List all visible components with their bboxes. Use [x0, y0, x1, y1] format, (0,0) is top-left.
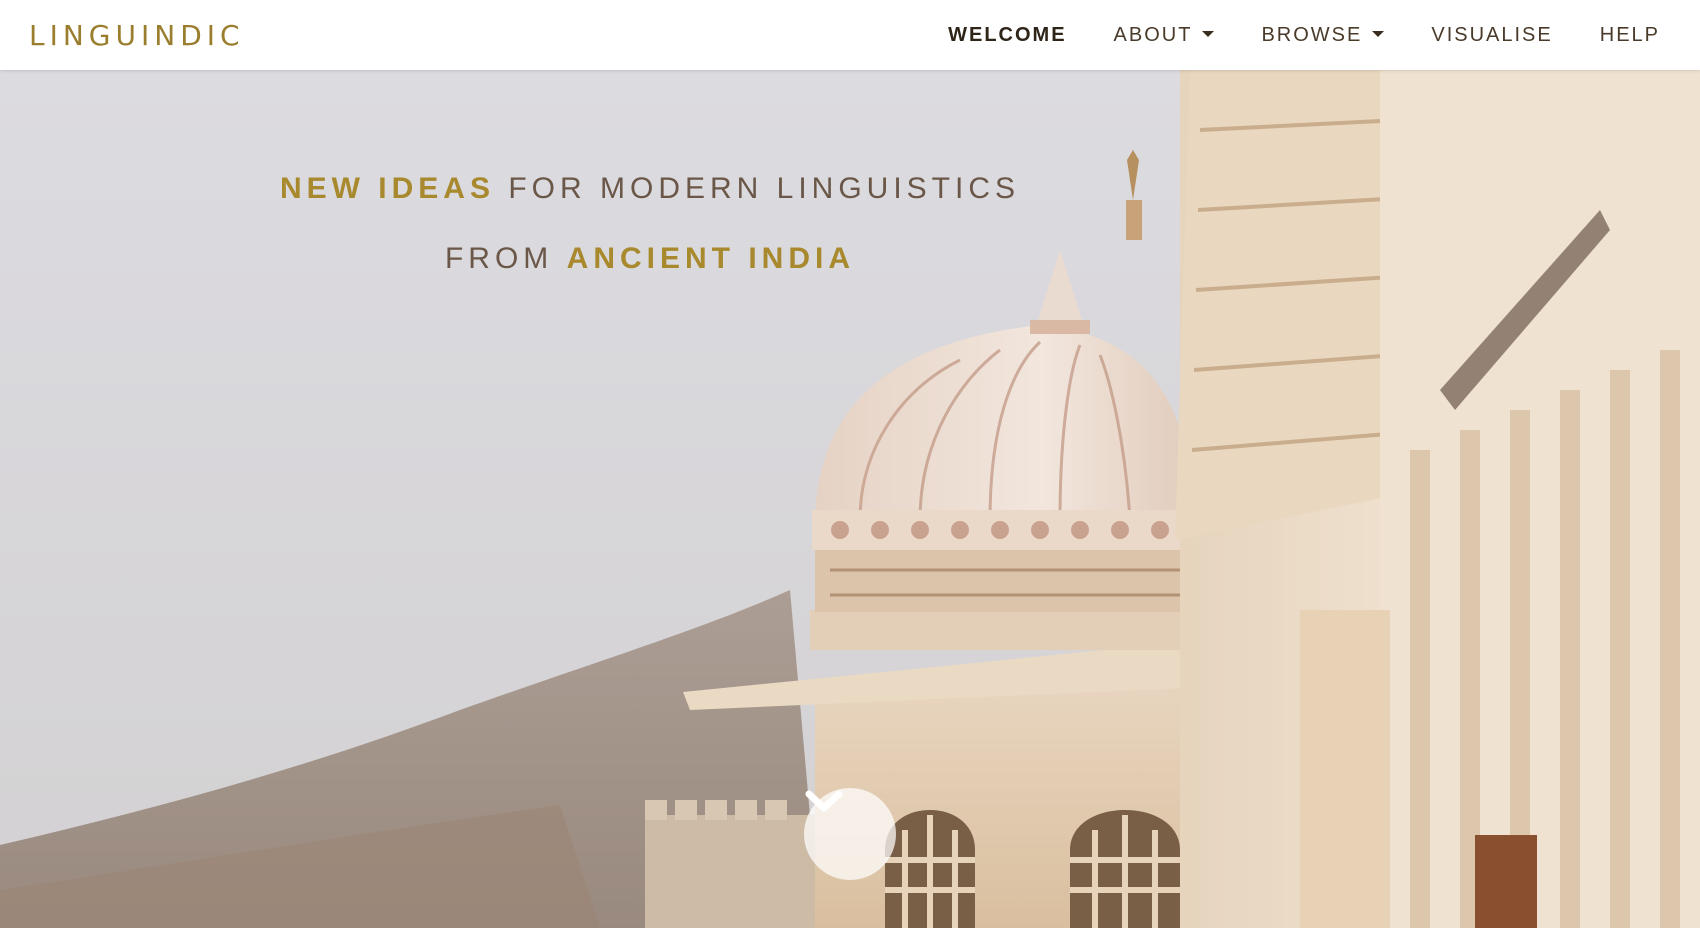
nav-browse-label: BROWSE [1261, 23, 1363, 46]
nav-welcome-label: WELCOME [948, 23, 1067, 46]
chevron-down-icon [805, 790, 843, 812]
nav-visualise-label: VISUALISE [1431, 23, 1553, 46]
tagline-lead: FROM [444, 242, 554, 275]
nav-help-label: HELP [1599, 23, 1660, 46]
nav-help[interactable]: HELP [1600, 24, 1660, 47]
brand-logo[interactable]: LINGUINDIC [29, 18, 245, 54]
nav-about[interactable]: ABOUT [1114, 24, 1215, 47]
tagline-line-1: NEW IDEAS FOR MODERN LINGUISTICS [0, 172, 1300, 206]
tagline-rest: FOR MODERN LINGUISTICS [508, 172, 1021, 205]
top-navbar: LINGUINDIC WELCOME ABOUT BROWSE VISUALIS… [0, 0, 1700, 70]
hero-section: NEW IDEAS FOR MODERN LINGUISTICS FROM AN… [0, 70, 1700, 928]
main-nav: WELCOME ABOUT BROWSE VISUALISE HELP [901, 0, 1660, 70]
scroll-down-button[interactable] [804, 788, 896, 880]
tagline-accent-ancient-india: ANCIENT INDIA [566, 242, 855, 275]
caret-down-icon [1202, 31, 1215, 37]
caret-down-icon [1372, 31, 1385, 37]
nav-browse[interactable]: BROWSE [1261, 23, 1385, 47]
tagline-line-2: FROM ANCIENT INDIA [0, 242, 1300, 276]
nav-welcome[interactable]: WELCOME [948, 24, 1066, 47]
tagline-accent-new-ideas: NEW IDEAS [279, 172, 495, 205]
nav-visualise[interactable]: VISUALISE [1431, 24, 1552, 47]
nav-about-label: ABOUT [1113, 23, 1193, 46]
